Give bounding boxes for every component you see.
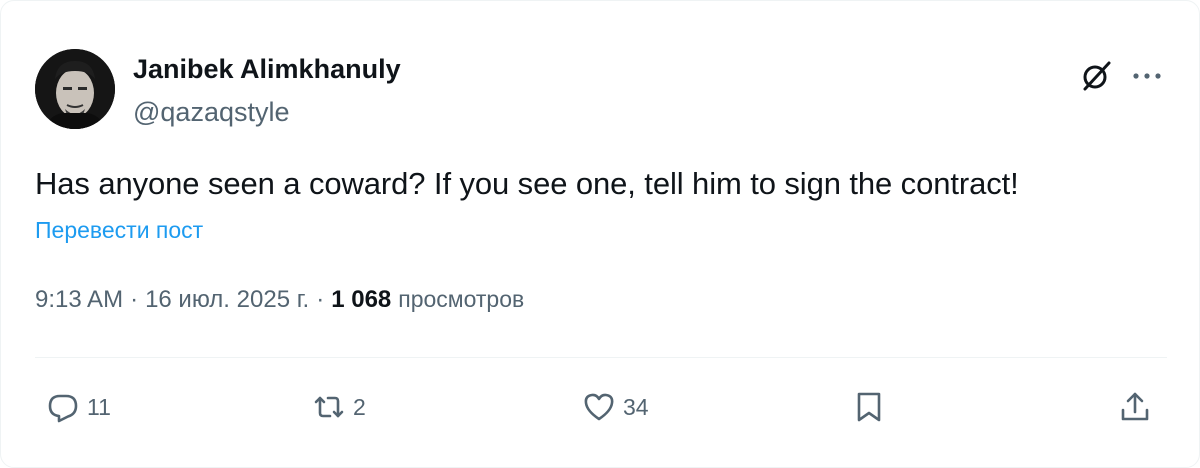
reply-count: 11 xyxy=(87,393,111,420)
post-time[interactable]: 9:13 AM xyxy=(35,286,123,314)
repost-count: 2 xyxy=(353,393,366,420)
share-button[interactable] xyxy=(1117,387,1153,427)
like-count: 34 xyxy=(623,393,649,420)
divider xyxy=(35,357,1167,358)
author-handle[interactable]: @qazaqstyle xyxy=(133,97,290,128)
share-icon xyxy=(1121,392,1149,421)
avatar[interactable] xyxy=(35,49,115,129)
grok-icon[interactable] xyxy=(1079,59,1113,93)
repost-icon xyxy=(314,396,344,418)
bookmark-icon xyxy=(857,392,881,422)
author-display-name[interactable]: Janibek Alimkhanuly xyxy=(133,54,401,85)
views-count: 1 068 xyxy=(331,286,392,313)
avatar-image xyxy=(35,49,115,129)
translate-post-link[interactable]: Перевести пост xyxy=(35,217,203,244)
tweet-text: Has anyone seen a coward? If you see one… xyxy=(35,166,1019,201)
repost-button[interactable]: 2 xyxy=(311,387,366,427)
like-button[interactable]: 34 xyxy=(581,387,649,427)
meta-separator: · xyxy=(316,286,325,313)
views-label: просмотров xyxy=(398,286,525,312)
bookmark-button[interactable] xyxy=(851,387,887,427)
meta-separator: · xyxy=(130,286,139,313)
reply-button[interactable]: 11 xyxy=(45,387,111,427)
more-icon[interactable] xyxy=(1129,59,1165,93)
reply-icon xyxy=(48,394,78,423)
tweet-card: Janibek Alimkhanuly @qazaqstyle Has anyo… xyxy=(0,0,1200,468)
post-date[interactable]: 16 июл. 2025 г. xyxy=(145,286,309,314)
post-meta: 9:13 AM · 16 июл. 2025 г. · 1 068 просмо… xyxy=(35,286,524,314)
like-icon xyxy=(584,393,614,421)
